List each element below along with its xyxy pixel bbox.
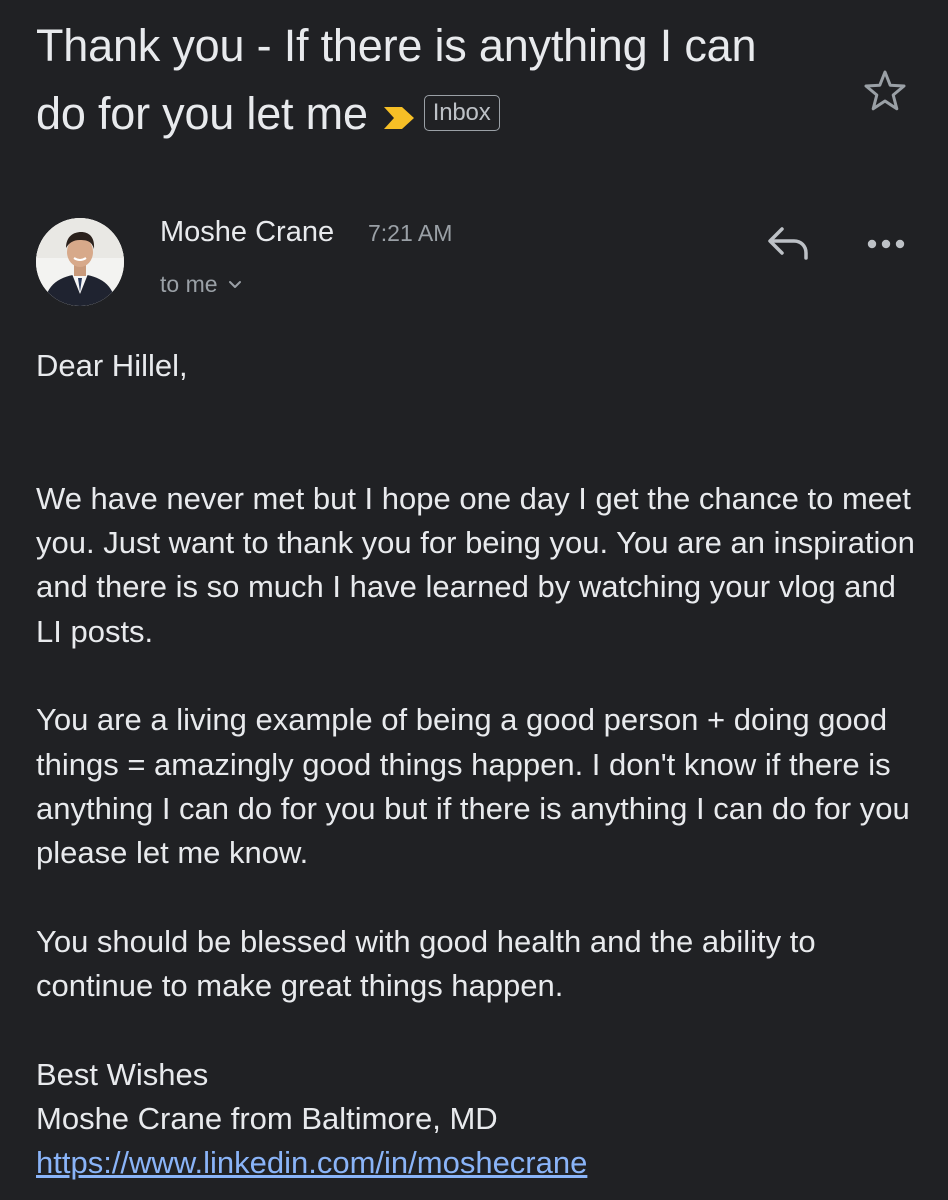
- email-paragraph: We have never met but I hope one day I g…: [36, 480, 915, 649]
- email-subject: Thank you - If there is anything I can d…: [36, 12, 816, 148]
- email-paragraph: You should be blessed with good health a…: [36, 923, 816, 1004]
- email-body: Dear Hillel, We have never met but I hop…: [36, 344, 916, 1186]
- importance-marker-icon[interactable]: [382, 105, 416, 131]
- sender-name[interactable]: Moshe Crane: [160, 214, 334, 250]
- email-signature: Moshe Crane from Baltimore, MD: [36, 1101, 498, 1137]
- sender-avatar[interactable]: [36, 218, 124, 306]
- more-options-icon[interactable]: [864, 234, 908, 254]
- recipients-toggle[interactable]: to me: [160, 268, 242, 300]
- inbox-label-chip[interactable]: Inbox: [423, 95, 500, 131]
- recipients-label: to me: [160, 271, 218, 297]
- send-time: 7:21 AM: [368, 220, 453, 246]
- email-greeting: Dear Hillel,: [36, 348, 188, 383]
- star-icon[interactable]: [862, 68, 908, 114]
- reply-icon[interactable]: [766, 224, 810, 262]
- sender-photo: [36, 218, 124, 306]
- email-closing: Best Wishes: [36, 1056, 209, 1092]
- email-paragraph: You are a living example of being a good…: [36, 702, 910, 871]
- chevron-down-icon: [228, 281, 241, 288]
- linkedin-profile-link[interactable]: https://www.linkedin.com/in/moshecrane: [36, 1145, 587, 1180]
- email-view: Thank you - If there is anything I can d…: [0, 0, 948, 1200]
